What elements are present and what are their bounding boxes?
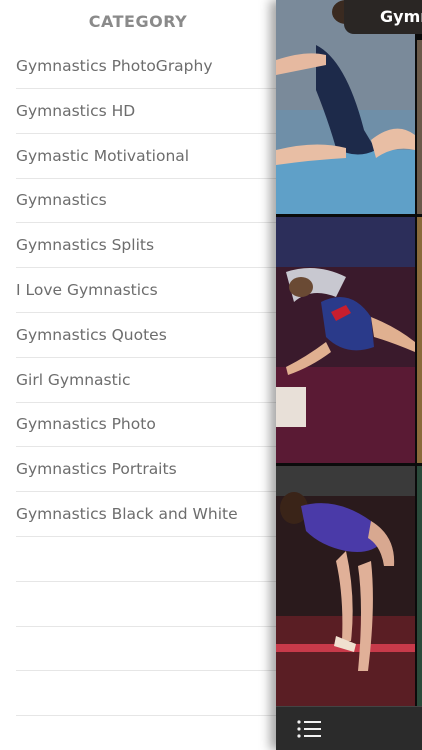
gallery-photo-edge[interactable]	[417, 217, 422, 463]
bottom-toolbar	[276, 706, 422, 750]
gallery-photo-edge[interactable]	[417, 40, 422, 214]
category-item[interactable]: Gymnastics Portraits	[16, 447, 276, 493]
category-label: Gymnastics	[16, 191, 107, 210]
category-item[interactable]: Gymnastics Quotes	[16, 313, 276, 358]
category-label: Gymnastics Splits	[16, 236, 155, 255]
gymnast-photo-2	[276, 217, 415, 463]
drawer-title: CATEGORY	[88, 12, 188, 31]
category-label: Gymnastics Black and White	[16, 505, 238, 524]
gallery-photo[interactable]	[276, 217, 415, 463]
gallery-photo-edge[interactable]	[417, 466, 422, 706]
category-item[interactable]: Gymnastics PhotoGraphy	[16, 44, 276, 89]
category-label: I Love Gymnastics	[16, 281, 158, 300]
category-item[interactable]: Gymnastics	[16, 179, 276, 224]
category-item[interactable]: Gymastic Motivational	[16, 134, 276, 179]
category-label: Gymnastics PhotoGraphy	[16, 57, 213, 75]
category-item[interactable]: Girl Gymnastic	[16, 358, 276, 403]
category-item[interactable]: I Love Gymnastics	[16, 268, 276, 313]
gallery-photo[interactable]	[276, 466, 415, 706]
main-panel: Gymr	[276, 0, 422, 750]
category-label: Gymnastics Quotes	[16, 325, 167, 344]
list-icon[interactable]	[296, 717, 322, 741]
category-drawer: CATEGORY Gymnastics PhotoGraphy Gymnasti…	[0, 0, 276, 750]
category-item[interactable]: Gymnastics Black and White	[16, 492, 276, 537]
category-item[interactable]: Gymnastics HD	[16, 89, 276, 134]
category-item[interactable]: Gymnastics Splits	[16, 223, 276, 269]
category-item-empty[interactable]	[16, 582, 276, 627]
category-label: Gymastic Motivational	[16, 146, 190, 165]
gymnast-photo-3	[276, 466, 415, 706]
category-label: Gymnastics Portraits	[16, 460, 177, 479]
page-title: Gymr	[344, 0, 422, 34]
category-item-empty[interactable]	[16, 627, 276, 672]
category-label: Gymnastics Photo	[16, 415, 156, 434]
category-list: Gymnastics PhotoGraphy Gymnastics HD Gym…	[0, 44, 276, 717]
category-label: Gymnastics HD	[16, 101, 136, 120]
category-label: Girl Gymnastic	[16, 370, 131, 389]
category-item[interactable]: Gymnastics Photo	[16, 403, 276, 448]
category-item-empty[interactable]	[16, 671, 276, 717]
category-item-empty[interactable]	[16, 537, 276, 582]
